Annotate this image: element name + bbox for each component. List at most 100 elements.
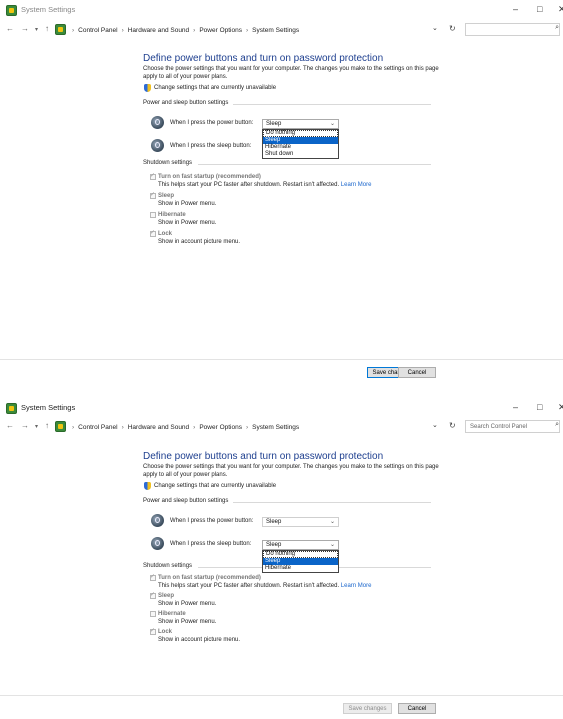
dropdown-option[interactable]: Hibernate <box>263 565 338 572</box>
address-dropdown-icon[interactable]: ⌄ <box>432 24 438 32</box>
breadcrumb-control-panel-icon <box>55 421 66 432</box>
lock-option-desc: Show in account picture menu. <box>158 637 241 643</box>
page-description: Choose the power settings that you want … <box>143 464 439 478</box>
section-divider <box>198 164 431 165</box>
up-arrow-icon[interactable]: ↑ <box>45 24 49 33</box>
search-icon: ⌕ <box>555 421 559 428</box>
search-icon: ⌕ <box>555 24 559 31</box>
settings-window-sleep-dropdown-open: System Settings – □ ✕ ← → ▾ ↑ › Control P… <box>0 398 563 719</box>
sleep-option-title: Sleep <box>158 193 175 199</box>
address-dropdown-icon[interactable]: ⌄ <box>432 421 438 429</box>
power-button-value: Sleep <box>266 121 282 127</box>
minimize-button[interactable]: – <box>513 4 518 14</box>
breadcrumb-item[interactable]: System Settings <box>252 424 299 431</box>
lock-option-desc: Show in account picture menu. <box>158 239 241 245</box>
change-settings-link[interactable]: Change settings that are currently unava… <box>154 483 276 489</box>
refresh-icon[interactable]: ↻ <box>449 24 456 33</box>
shutdown-section-title: Shutdown settings <box>143 160 193 166</box>
hibernate-checkbox[interactable] <box>150 611 156 617</box>
window-title: System Settings <box>21 5 76 14</box>
back-arrow-icon[interactable]: ← <box>6 24 14 33</box>
breadcrumb-item[interactable]: Power Options <box>199 27 242 34</box>
dropdown-option[interactable]: Shut down <box>263 151 338 158</box>
cancel-button[interactable]: Cancel <box>398 703 436 714</box>
power-button-icon <box>151 514 164 527</box>
hibernate-option-desc: Show in Power menu. <box>158 619 217 625</box>
sleep-button-label: When I press the sleep button: <box>170 143 252 149</box>
sleep-button-label: When I press the sleep button: <box>170 541 252 547</box>
up-arrow-icon[interactable]: ↑ <box>45 421 49 430</box>
breadcrumb-item[interactable]: Hardware and Sound <box>128 27 189 34</box>
lock-checkbox[interactable] <box>150 229 156 237</box>
refresh-icon[interactable]: ↻ <box>449 421 456 430</box>
page-title: Define power buttons and turn on passwor… <box>143 451 384 462</box>
sleep-button-select[interactable]: Sleep ⌄ <box>262 540 339 550</box>
search-input[interactable]: Search Control Panel ⌕ <box>465 420 560 433</box>
sleep-button-dropdown: Do nothing Sleep Hibernate <box>262 550 339 573</box>
dropdown-option[interactable]: Hibernate <box>263 144 338 151</box>
save-changes-button[interactable]: Save changes <box>343 703 392 714</box>
fast-startup-title: Turn on fast startup (recommended) <box>158 575 261 581</box>
hibernate-option-desc: Show in Power menu. <box>158 220 217 226</box>
sleep-button-icon <box>151 537 164 550</box>
power-button-label: When I press the power button: <box>170 120 254 126</box>
minimize-button[interactable]: – <box>513 402 518 412</box>
breadcrumb-item[interactable]: System Settings <box>252 27 299 34</box>
power-button-label: When I press the power button: <box>170 518 254 524</box>
breadcrumb: › Control Panel › Hardware and Sound › Power … <box>72 27 300 34</box>
search-input[interactable]: ⌕ <box>465 23 560 36</box>
dropdown-option[interactable]: Do nothing <box>263 130 338 137</box>
breadcrumb-item[interactable]: Control Panel <box>78 424 117 431</box>
power-button-select[interactable]: Sleep ⌄ <box>262 517 339 527</box>
lock-option-title: Lock <box>158 231 173 237</box>
fast-startup-desc: This helps start your PC faster after sh… <box>158 583 372 589</box>
uac-shield-icon <box>144 482 151 490</box>
fast-startup-checkbox[interactable] <box>150 573 156 581</box>
sleep-checkbox[interactable] <box>150 591 156 599</box>
lock-option-title: Lock <box>158 629 173 635</box>
recent-locations-icon[interactable]: ▾ <box>35 26 38 33</box>
fast-startup-desc: This helps start your PC faster after sh… <box>158 182 372 188</box>
cancel-button[interactable]: Cancel <box>398 367 436 378</box>
chevron-down-icon: ⌄ <box>329 542 335 548</box>
control-panel-icon <box>6 403 17 414</box>
fast-startup-title: Turn on fast startup (recommended) <box>158 174 261 180</box>
chevron-down-icon: ⌄ <box>329 519 335 525</box>
control-panel-icon <box>6 5 17 16</box>
section-divider <box>233 502 431 503</box>
close-button[interactable]: ✕ <box>558 402 563 413</box>
hibernate-option-title: Hibernate <box>158 611 186 617</box>
page-description: Choose the power settings that you want … <box>143 66 439 80</box>
change-settings-link[interactable]: Change settings that are currently unava… <box>154 85 276 91</box>
search-placeholder: Search Control Panel <box>470 424 528 430</box>
sleep-checkbox[interactable] <box>150 191 156 199</box>
breadcrumb-item[interactable]: Hardware and Sound <box>128 424 189 431</box>
dropdown-option-selected[interactable]: Sleep <box>263 558 338 565</box>
title-bar: System Settings – □ ✕ <box>0 398 563 420</box>
learn-more-link[interactable]: Learn More <box>341 583 372 589</box>
bottom-divider <box>0 695 563 696</box>
back-arrow-icon[interactable]: ← <box>6 421 14 430</box>
maximize-button[interactable]: □ <box>537 402 542 412</box>
breadcrumb-control-panel-icon <box>55 24 66 35</box>
power-sleep-section-title: Power and sleep button settings <box>143 498 229 504</box>
lock-checkbox[interactable] <box>150 627 156 635</box>
breadcrumb-item[interactable]: Power Options <box>199 424 242 431</box>
dropdown-option[interactable]: Do nothing <box>263 551 338 558</box>
fast-startup-checkbox[interactable] <box>150 172 156 180</box>
sleep-option-desc: Show in Power menu. <box>158 601 217 607</box>
maximize-button[interactable]: □ <box>537 4 542 14</box>
recent-locations-icon[interactable]: ▾ <box>35 423 38 430</box>
sleep-button-value: Sleep <box>266 542 282 548</box>
forward-arrow-icon[interactable]: → <box>21 24 29 33</box>
power-sleep-section-title: Power and sleep button settings <box>143 100 229 106</box>
hibernate-checkbox[interactable] <box>150 212 156 218</box>
close-button[interactable]: ✕ <box>558 4 563 15</box>
dropdown-option-selected[interactable]: Sleep <box>263 137 338 144</box>
forward-arrow-icon[interactable]: → <box>21 421 29 430</box>
sleep-button-icon <box>151 139 164 152</box>
power-button-select[interactable]: Sleep ⌄ <box>262 119 339 129</box>
learn-more-link[interactable]: Learn More <box>341 182 372 188</box>
settings-window-power-dropdown-open: System Settings – □ ✕ ← → ▾ ↑ › Control P… <box>0 0 563 360</box>
breadcrumb-item[interactable]: Control Panel <box>78 27 117 34</box>
